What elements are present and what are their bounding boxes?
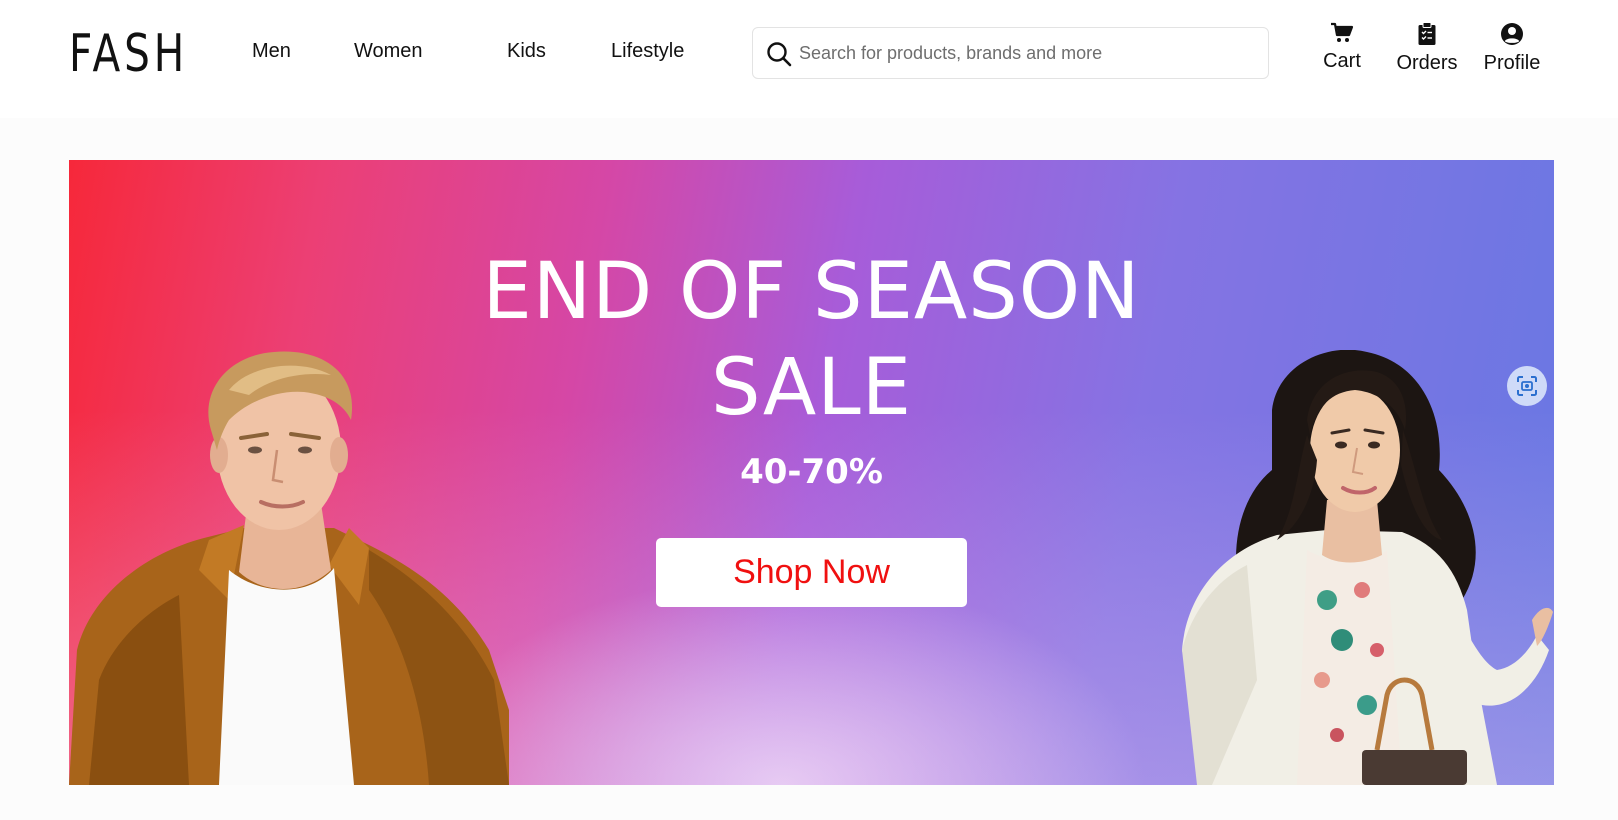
cart-button[interactable]: Cart <box>1302 22 1382 82</box>
user-circle-icon <box>1501 23 1523 45</box>
hero-title: END OF SEASON SALE <box>69 244 1554 436</box>
nav-item-men[interactable]: Men <box>252 40 291 63</box>
profile-label: Profile <box>1483 52 1541 74</box>
visual-search-icon <box>1517 376 1537 396</box>
nav-item-kids[interactable]: Kids <box>507 40 546 63</box>
search-icon[interactable] <box>765 40 793 68</box>
profile-button[interactable]: Profile <box>1472 22 1552 82</box>
hero-title-line-1: END OF SEASON <box>482 247 1141 337</box>
hero-banner: END OF SEASON SALE 40-70% Shop Now <box>69 160 1554 785</box>
nav-item-women[interactable]: Women <box>354 40 423 63</box>
hero-title-line-2: SALE <box>710 343 913 433</box>
cart-icon <box>1331 22 1354 42</box>
brand-logo[interactable]: FASH <box>69 24 188 84</box>
nav-item-lifestyle[interactable]: Lifestyle <box>611 40 684 63</box>
cart-label: Cart <box>1323 50 1361 72</box>
shop-now-button[interactable]: Shop Now <box>656 538 967 607</box>
search-input[interactable] <box>799 36 1254 70</box>
hero-discount: 40-70% <box>740 452 883 492</box>
clipboard-icon <box>1418 22 1436 45</box>
site-header: FASH Men Women Kids Lifestyle Cart <box>0 0 1618 118</box>
orders-button[interactable]: Orders <box>1387 22 1467 82</box>
orders-label: Orders <box>1396 52 1458 74</box>
visual-search-button[interactable] <box>1507 366 1547 406</box>
search-bar <box>752 27 1269 79</box>
